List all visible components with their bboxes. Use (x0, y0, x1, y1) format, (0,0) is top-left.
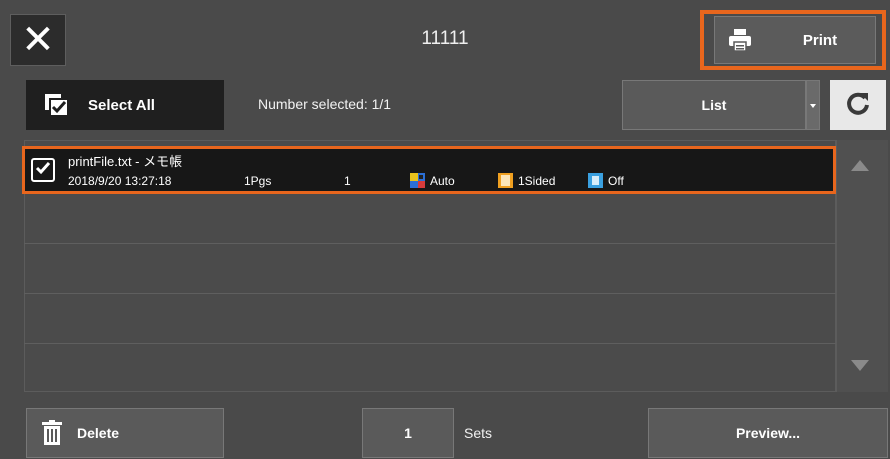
job-pages: 1Pgs (244, 174, 272, 188)
select-all-icon (26, 93, 88, 117)
row-divider (24, 293, 836, 294)
scroll-up-icon[interactable] (851, 160, 869, 171)
job-name: printFile.txt - メモ帳 (68, 154, 183, 169)
close-button[interactable]: ✕ (10, 14, 66, 66)
sets-label: Sets (464, 425, 493, 441)
row-divider (24, 343, 836, 344)
close-icon: ✕ (21, 18, 55, 62)
sided-icon (498, 173, 513, 188)
printer-icon (715, 28, 765, 52)
delete-button[interactable]: Delete (26, 408, 224, 458)
job-checkbox[interactable] (31, 158, 55, 182)
job-sided: 1Sided (518, 174, 556, 188)
staple-icon (588, 173, 603, 188)
job-date: 2018/9/20 13:27:18 (68, 174, 172, 188)
number-selected-text: Number selected: 1/1 (258, 96, 392, 112)
preview-button[interactable]: Preview... (648, 408, 888, 458)
page-title: 11111 (421, 28, 469, 49)
sets-quantity-button[interactable]: 1 (362, 408, 454, 458)
print-button[interactable]: Print (714, 16, 876, 64)
delete-label: Delete (77, 425, 120, 441)
print-button-label: Print (802, 31, 838, 49)
job-staple: Off (608, 174, 624, 188)
view-mode-dropdown[interactable]: List (622, 80, 806, 130)
scrollbar[interactable] (836, 140, 888, 392)
job-color-mode: Auto (430, 174, 455, 188)
scroll-down-icon[interactable] (851, 360, 869, 371)
checkmark-icon (35, 161, 51, 180)
trash-icon (27, 420, 77, 446)
row-divider (24, 243, 836, 244)
view-mode-dropdown-arrow[interactable] (806, 80, 820, 130)
refresh-button[interactable] (830, 80, 886, 130)
job-copies: 1 (344, 174, 351, 188)
select-all-label: Select All (88, 96, 155, 114)
refresh-icon (845, 90, 871, 121)
color-mode-icon (410, 173, 425, 188)
chevron-down-icon (810, 96, 816, 114)
select-all-button[interactable]: Select All (26, 80, 224, 130)
